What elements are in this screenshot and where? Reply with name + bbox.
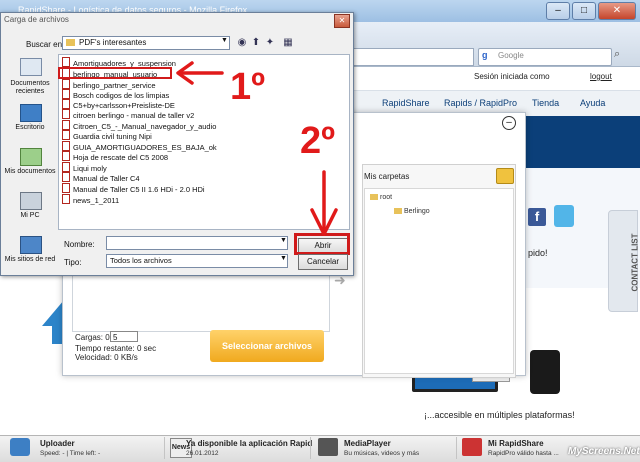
uploader-title[interactable]: Uploader xyxy=(40,439,75,448)
my-rapidshare-status: RapidPro válido hasta ... xyxy=(488,450,559,457)
mediaplayer-title[interactable]: MediaPlayer xyxy=(344,439,391,448)
step-2-annotation: 2º xyxy=(300,120,336,162)
rapidshare-icon xyxy=(462,438,482,456)
mediaplayer-desc: Bu músicas, videos y más xyxy=(344,450,420,457)
annotation-arrows xyxy=(176,61,338,236)
uploader-status: Speed: - | Time left: - xyxy=(40,450,101,457)
divider xyxy=(310,437,311,459)
my-rapidshare-title[interactable]: Mi RapidShare xyxy=(488,439,544,448)
uploader-icon xyxy=(10,438,30,456)
divider xyxy=(456,437,457,459)
news-title[interactable]: Ya disponible la aplicación Rapid xyxy=(186,439,312,448)
mediaplayer-icon xyxy=(318,438,338,456)
watermark: MyScreens.Net xyxy=(568,446,640,457)
news-date: 26.01.2012 xyxy=(186,450,219,457)
step-1-annotation: 1º xyxy=(230,66,266,108)
divider xyxy=(164,437,165,459)
